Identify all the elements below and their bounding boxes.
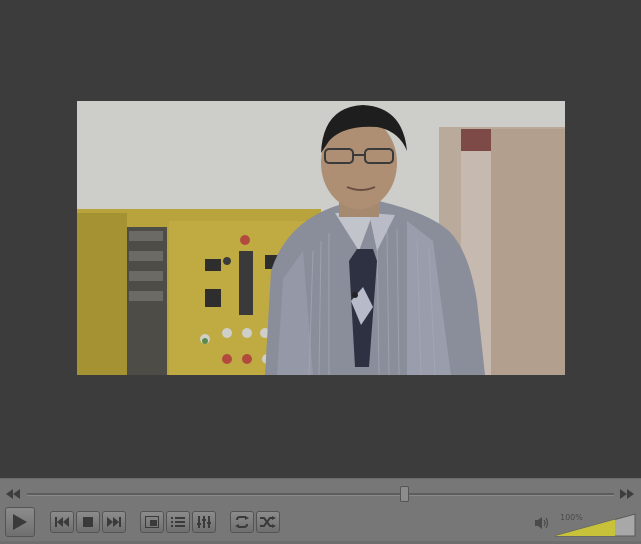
media-player: 100% <box>0 0 641 544</box>
previous-button[interactable] <box>50 511 74 533</box>
loop-button[interactable] <box>230 511 254 533</box>
loop-icon <box>235 516 249 528</box>
next-button[interactable] <box>102 511 126 533</box>
control-panel: 100% <box>0 478 641 544</box>
shuffle-icon <box>260 516 276 528</box>
playlist-button[interactable] <box>166 511 190 533</box>
volume-control: 100% <box>533 512 637 538</box>
seek-row <box>0 483 641 505</box>
video-frame[interactable] <box>77 101 565 375</box>
shuffle-button[interactable] <box>256 511 280 533</box>
fullscreen-button[interactable] <box>140 511 164 533</box>
video-image <box>77 101 565 375</box>
play-icon <box>13 514 27 530</box>
seek-handle[interactable] <box>399 486 409 502</box>
skip-next-icon <box>107 517 121 527</box>
speaker-icon[interactable] <box>535 516 549 530</box>
seek-bar[interactable] <box>27 493 614 496</box>
stop-icon <box>83 517 93 527</box>
fullscreen-icon <box>145 516 159 528</box>
playlist-icon <box>171 517 185 527</box>
skip-previous-icon <box>55 517 69 527</box>
rewind-icon <box>6 489 20 499</box>
fast-forward-icon <box>620 489 634 499</box>
stop-button[interactable] <box>76 511 100 533</box>
equalizer-icon <box>197 516 211 528</box>
play-button[interactable] <box>5 507 35 537</box>
volume-slider[interactable] <box>555 512 637 538</box>
fast-forward-button[interactable] <box>618 486 636 502</box>
rewind-button[interactable] <box>4 486 22 502</box>
extended-settings-button[interactable] <box>192 511 216 533</box>
video-area[interactable] <box>0 0 641 478</box>
